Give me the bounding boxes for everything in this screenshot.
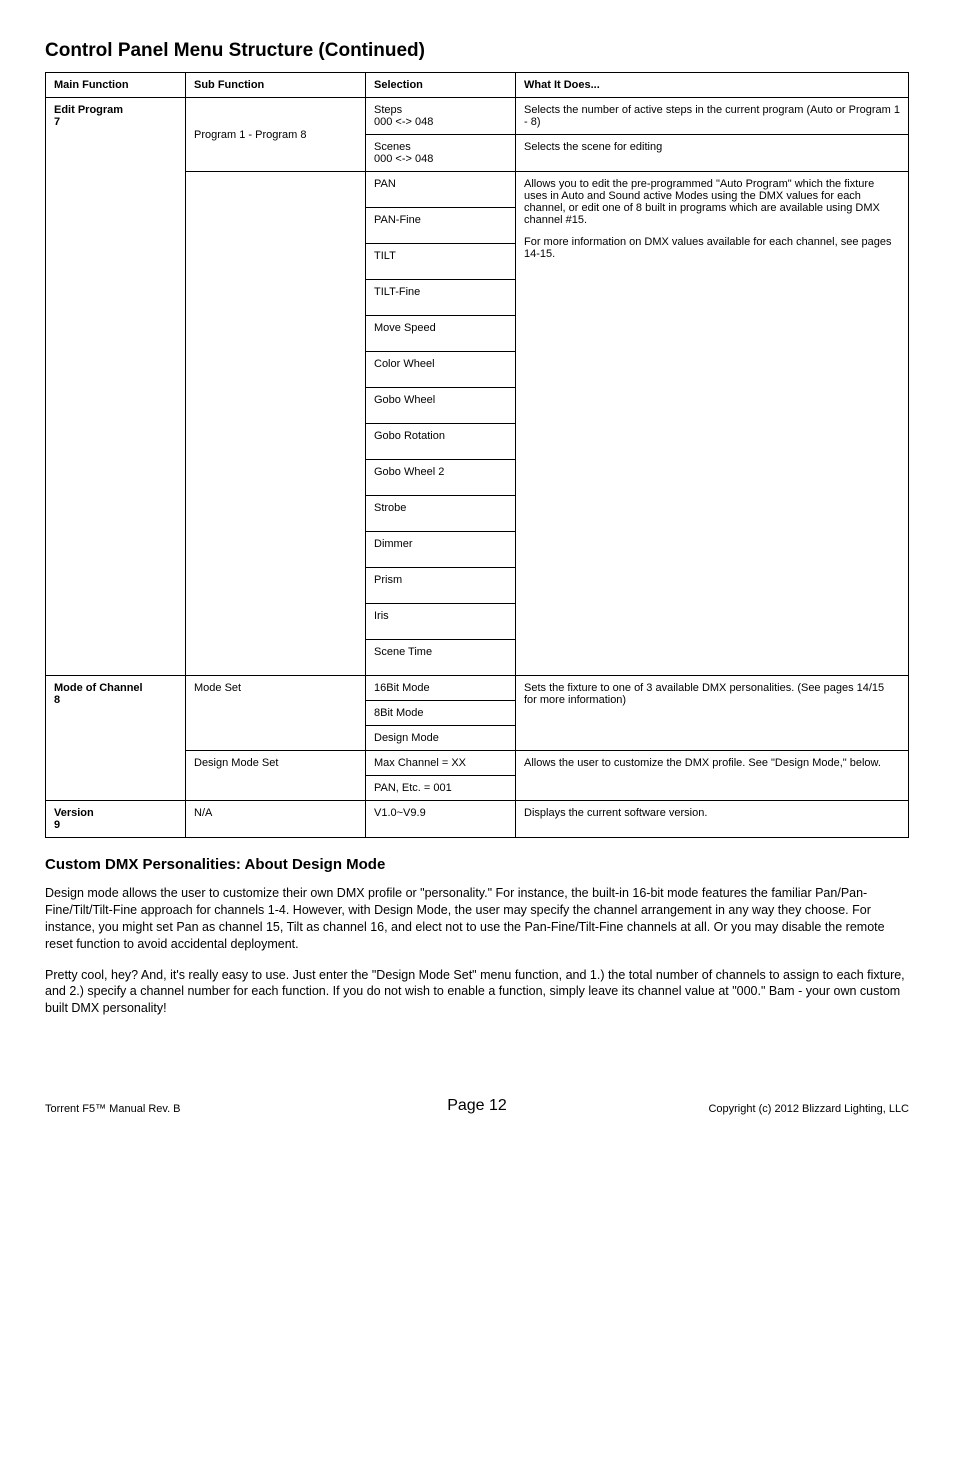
what-scenes: Selects the scene for editing [516,135,909,172]
sub-func-blank [186,172,366,676]
what-steps: Selects the number of active steps in th… [516,98,909,135]
sel-scenes: Scenes 000 <-> 048 [366,135,516,172]
page-footer: Torrent F5™ Manual Rev. B Page 12 Copyri… [45,1097,909,1115]
what-params-p2: For more information on DMX values avail… [524,236,900,260]
main-func-mode-channel: Mode of Channel 8 [46,676,186,801]
footer-right: Copyright (c) 2012 Blizzard Lighting, LL… [621,1103,909,1115]
sel-gobo: Gobo Wheel [366,388,516,424]
table-row: Version 9 N/A V1.0~V9.9 Displays the cur… [46,801,909,838]
table-row: Mode of Channel 8 Mode Set 16Bit Mode Se… [46,676,909,701]
label: Edit Program [54,104,123,116]
sel-8bit: 8Bit Mode [366,701,516,726]
what-version: Displays the current software version. [516,801,909,838]
main-func-version: Version 9 [46,801,186,838]
what-modeset: Sets the fixture to one of 3 available D… [516,676,909,751]
what-designset: Allows the user to customize the DMX pro… [516,751,909,801]
page-title: Control Panel Menu Structure (Continued) [45,40,909,62]
sel-designmode: Design Mode [366,726,516,751]
sel-tilt: TILT [366,244,516,280]
sub-func-program: Program 1 - Program 8 [186,98,366,172]
what-params-p1: Allows you to edit the pre-programmed "A… [524,178,900,226]
sel-maxchannel: Max Channel = XX [366,751,516,776]
sel-color: Color Wheel [366,352,516,388]
sel-tiltfine: TILT-Fine [366,280,516,316]
sub-func-designset: Design Mode Set [186,751,366,801]
sel-scenetime: Scene Time [366,640,516,676]
main-func-edit-program: Edit Program 7 [46,98,186,676]
header-what: What It Does... [516,73,909,98]
sel-iris: Iris [366,604,516,640]
what-params: Allows you to edit the pre-programmed "A… [516,172,909,676]
sel-16bit: 16Bit Mode [366,676,516,701]
custom-dmx-heading: Custom DMX Personalities: About Design M… [45,856,909,873]
sel-pan: PAN [366,172,516,208]
label: Version [54,807,94,819]
sub-func-version: N/A [186,801,366,838]
sel-version: V1.0~V9.9 [366,801,516,838]
table-row: Edit Program 7 Program 1 - Program 8 Ste… [46,98,909,135]
table-header-row: Main Function Sub Function Selection Wha… [46,73,909,98]
sel-prism: Prism [366,568,516,604]
sel-gobo2: Gobo Wheel 2 [366,460,516,496]
header-sel: Selection [366,73,516,98]
sel-steps: Steps 000 <-> 048 [366,98,516,135]
sel-move: Move Speed [366,316,516,352]
label: Mode of Channel [54,682,143,694]
sel-panfine: PAN-Fine [366,208,516,244]
sel-panetc: PAN, Etc. = 001 [366,776,516,801]
footer-page: Page 12 [333,1097,621,1115]
sel-strobe: Strobe [366,496,516,532]
footer-left: Torrent F5™ Manual Rev. B [45,1103,333,1115]
sel-dimmer: Dimmer [366,532,516,568]
menu-structure-table: Main Function Sub Function Selection Wha… [45,72,909,838]
header-sub: Sub Function [186,73,366,98]
label: 8 [54,694,60,706]
custom-dmx-p1: Design mode allows the user to customize… [45,885,909,953]
sub-func-modeset: Mode Set [186,676,366,751]
label: 9 [54,819,60,831]
sel-goborot: Gobo Rotation [366,424,516,460]
label: 7 [54,116,60,128]
custom-dmx-p2: Pretty cool, hey? And, it's really easy … [45,967,909,1018]
header-main: Main Function [46,73,186,98]
